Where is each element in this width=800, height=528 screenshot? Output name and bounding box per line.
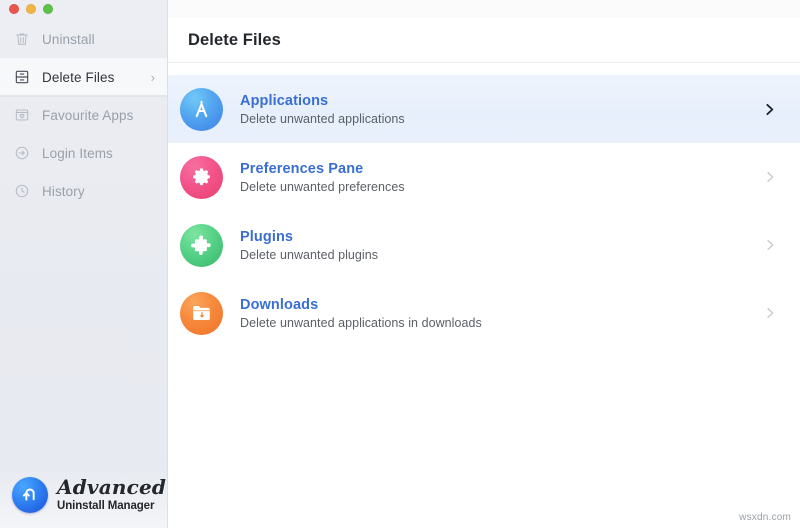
brand-text: Advanced Uninstall Manager bbox=[57, 477, 166, 513]
list-item-subtitle: Delete unwanted applications bbox=[240, 111, 405, 126]
login-arrow-icon bbox=[13, 144, 31, 162]
list-item-subtitle: Delete unwanted applications in download… bbox=[240, 315, 482, 330]
close-button[interactable] bbox=[9, 4, 19, 14]
list-item-plugins[interactable]: Plugins Delete unwanted plugins bbox=[168, 211, 800, 279]
page-title: Delete Files bbox=[188, 30, 281, 49]
chevron-right-icon[interactable] bbox=[762, 169, 778, 185]
list-item-subtitle: Delete unwanted preferences bbox=[240, 179, 405, 194]
sidebar: Uninstall › Delete Files › bbox=[0, 0, 168, 528]
list-item-title: Plugins bbox=[240, 228, 294, 245]
brand-name: Advanced bbox=[57, 475, 167, 500]
window-traffic-lights bbox=[0, 0, 167, 18]
chevron-right-icon[interactable] bbox=[762, 305, 778, 321]
sidebar-item-label: History bbox=[42, 183, 85, 199]
gear-icon bbox=[180, 155, 223, 199]
sidebar-item-label: Favourite Apps bbox=[42, 107, 134, 123]
watermark: wsxdn.com bbox=[736, 511, 794, 524]
list-item-text: Applications Delete unwanted application… bbox=[240, 93, 405, 126]
sidebar-item-label: Uninstall bbox=[42, 31, 95, 47]
list-item-downloads[interactable]: Downloads Delete unwanted applications i… bbox=[168, 279, 800, 347]
chevron-right-icon[interactable] bbox=[762, 237, 778, 253]
sidebar-item-favourite-apps[interactable]: Favourite Apps › bbox=[0, 96, 167, 134]
zoom-button[interactable] bbox=[43, 4, 53, 14]
list-item-text: Downloads Delete unwanted applications i… bbox=[240, 297, 482, 330]
delete-files-list: Applications Delete unwanted application… bbox=[168, 63, 800, 347]
list-item-applications[interactable]: Applications Delete unwanted application… bbox=[168, 75, 800, 143]
chevron-right-icon[interactable] bbox=[761, 101, 778, 118]
list-item-text: Plugins Delete unwanted plugins bbox=[240, 229, 378, 262]
u-turn-arrow-logo bbox=[12, 477, 48, 513]
clock-icon bbox=[13, 182, 31, 200]
sidebar-item-delete-files[interactable]: Delete Files › bbox=[0, 58, 167, 96]
list-item-text: Preferences Pane Delete unwanted prefere… bbox=[240, 161, 405, 194]
main-content: Delete Files Applications Delete unwante… bbox=[168, 0, 800, 528]
list-item-title: Preferences Pane bbox=[240, 160, 364, 177]
drawer-icon bbox=[13, 68, 31, 86]
chevron-right-icon: › bbox=[150, 69, 155, 85]
titlebar bbox=[168, 0, 800, 18]
sidebar-item-login-items[interactable]: Login Items › bbox=[0, 134, 167, 172]
list-item-title: Applications bbox=[240, 92, 329, 109]
sidebar-item-label: Login Items bbox=[42, 145, 113, 161]
sidebar-item-uninstall[interactable]: Uninstall › bbox=[0, 20, 167, 58]
sidebar-nav: Uninstall › Delete Files › bbox=[0, 20, 167, 210]
app-brand: Advanced Uninstall Manager bbox=[0, 462, 167, 528]
list-item-title: Downloads bbox=[240, 296, 319, 313]
puzzle-piece-icon bbox=[180, 223, 223, 267]
compass-icon bbox=[180, 87, 223, 131]
sidebar-item-label: Delete Files bbox=[42, 69, 115, 85]
minimize-button[interactable] bbox=[26, 4, 36, 14]
page-header: Delete Files bbox=[168, 18, 800, 63]
list-item-subtitle: Delete unwanted plugins bbox=[240, 247, 379, 262]
heart-box-icon bbox=[13, 106, 31, 124]
brand-tagline: Uninstall Manager bbox=[57, 500, 155, 513]
folder-download-icon bbox=[180, 291, 223, 335]
trash-icon bbox=[13, 30, 31, 48]
sidebar-item-history[interactable]: History › bbox=[0, 172, 167, 210]
app-window: Uninstall › Delete Files › bbox=[0, 0, 800, 528]
list-item-preferences-pane[interactable]: Preferences Pane Delete unwanted prefere… bbox=[168, 143, 800, 211]
